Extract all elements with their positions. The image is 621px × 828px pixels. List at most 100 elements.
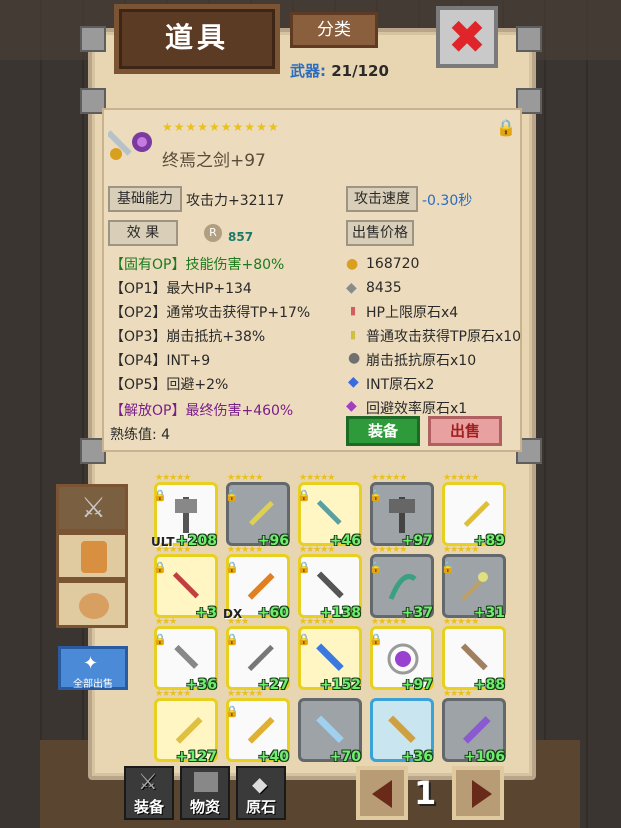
inventory-cell[interactable]: ★★★★★ 🔒 +3 bbox=[153, 545, 218, 621]
cell-stars: ★★★ bbox=[227, 617, 249, 627]
cell-level: +40 bbox=[257, 749, 289, 765]
cell-stars: ★★★★★ bbox=[155, 689, 191, 699]
inventory-cell[interactable]: ★★★★★ 🔒 +97 bbox=[369, 617, 434, 693]
op-value: 最终伤害+460% bbox=[185, 403, 294, 419]
cell-level: +89 bbox=[473, 533, 505, 549]
page-number: 1 bbox=[414, 774, 437, 812]
accessory-icon bbox=[79, 593, 109, 619]
sword-icon bbox=[316, 500, 342, 525]
op-value: 最大HP+134 bbox=[166, 281, 252, 297]
inventory-cell[interactable]: ★★★★★ 🔒 +96 bbox=[225, 473, 290, 549]
inventory-cell[interactable]: ★★★★★ +88 bbox=[442, 617, 506, 693]
inventory-cell[interactable]: ★★★★★ 🔒 +46 bbox=[297, 473, 362, 549]
evasion-stone-icon: ◆ bbox=[346, 398, 357, 414]
inventory-grid: ★★★★★ 🔒 ULT +208 ★★★★★ 🔒 +96 ★★★★★ 🔒 +46 ★★★★★ 🔒… bbox=[146, 462, 522, 765]
sell-stone: 回避效率原石x1 bbox=[366, 401, 468, 417]
cell-stars: ★★★★ bbox=[443, 689, 472, 699]
bottom-equip-button[interactable]: ⚔ 装备 bbox=[124, 766, 174, 820]
op-value: 崩击抵抗+38% bbox=[166, 329, 266, 345]
cell-level: +88 bbox=[473, 677, 505, 693]
inventory-cell[interactable]: ★★★★★ 🔒 +40 bbox=[225, 689, 290, 765]
cell-stars: ★★★★★ bbox=[299, 545, 335, 555]
sword-icon bbox=[388, 715, 416, 744]
inventory-cell[interactable]: ★★★★★ 🔒 +31 bbox=[441, 545, 506, 621]
int-stone-icon: ◆ bbox=[348, 374, 359, 390]
sell-price-label: 出售价格 bbox=[346, 220, 414, 246]
inventory-cell[interactable]: ★★★★★ 🔒 DX +60 bbox=[223, 545, 290, 621]
cell-stars: ★★★★★ bbox=[371, 473, 407, 483]
inventory-cell[interactable]: ★★★★★ +127 bbox=[154, 689, 218, 765]
sell-all-icon: ✦ bbox=[83, 653, 99, 674]
cell-stars: ★★★★★ bbox=[299, 473, 335, 483]
sword-icon bbox=[249, 500, 274, 526]
op-label: 【OP2】 bbox=[110, 305, 167, 321]
inventory-cell[interactable]: ★★★★★ 🔒 +138 bbox=[297, 545, 362, 621]
bottom-stone-button[interactable]: ◆ 原石 bbox=[236, 766, 286, 820]
category-button[interactable]: 分类 bbox=[290, 12, 378, 48]
sword-icon bbox=[316, 715, 344, 744]
sell-all-label: 全部出售 bbox=[73, 679, 113, 690]
inventory-cell[interactable]: ★★★★★ 🔒 +152 bbox=[297, 617, 362, 693]
next-page-button[interactable] bbox=[452, 766, 504, 820]
cell-level: +46 bbox=[329, 533, 361, 549]
op-value: 通常攻击获得TP+17% bbox=[166, 305, 311, 321]
sword-icon bbox=[462, 716, 491, 744]
op-row: 【解放OP】最终伤害+460% bbox=[110, 400, 293, 420]
cell-level: +27 bbox=[257, 677, 289, 693]
op-row: 【OP5】回避+2% bbox=[110, 374, 228, 394]
attack-speed-value: -0.30秒 bbox=[422, 193, 473, 209]
bottom-material-button[interactable]: 物资 bbox=[180, 766, 230, 820]
rune-icon: R bbox=[204, 224, 222, 242]
inventory-cell[interactable]: ★★★★★ 🔒 ULT +208 bbox=[151, 473, 218, 549]
sell-stone: HP上限原石x4 bbox=[366, 305, 459, 321]
cell-level: +97 bbox=[401, 533, 433, 549]
inventory-cell[interactable]: +36 bbox=[370, 698, 434, 765]
cell-stars: ★★★★★ bbox=[227, 689, 263, 699]
tab-weapon[interactable]: ⚔ bbox=[56, 484, 128, 532]
op-label: 【固有OP】 bbox=[110, 257, 186, 273]
op-row: 【OP4】INT+9 bbox=[110, 350, 210, 370]
inventory-cell[interactable]: +70 bbox=[298, 698, 362, 765]
cell-level: +36 bbox=[185, 677, 217, 693]
tab-armor[interactable] bbox=[56, 532, 128, 580]
inventory-cell[interactable]: ★★★★★ +89 bbox=[442, 473, 506, 549]
equip-button[interactable]: 装备 bbox=[346, 416, 420, 446]
armor-icon bbox=[81, 541, 107, 573]
op-row: 【OP2】通常攻击获得TP+17% bbox=[110, 302, 310, 322]
inventory-cell[interactable]: ★★★ 🔒 +36 bbox=[153, 617, 218, 693]
op-label: 【OP1】 bbox=[110, 281, 167, 297]
tab-accessory[interactable] bbox=[56, 580, 128, 628]
inventory-cell[interactable]: ★★★★★ 🔒 +97 bbox=[369, 473, 434, 549]
op-row: 【OP1】最大HP+134 bbox=[110, 278, 252, 298]
attack-speed-label: 攻击速度 bbox=[346, 186, 418, 212]
crash-stone-icon: ● bbox=[348, 350, 361, 366]
gold-coin-icon: ● bbox=[346, 256, 359, 272]
sell-button[interactable]: 出售 bbox=[428, 416, 502, 446]
sell-stone: 崩击抵抗原石x10 bbox=[366, 353, 477, 369]
staff-icon bbox=[460, 572, 490, 602]
panel-corner bbox=[80, 26, 106, 52]
op-label: 【OP5】 bbox=[110, 377, 167, 393]
cell-level: +70 bbox=[329, 749, 361, 765]
proficiency: 熟练值: 4 bbox=[110, 427, 171, 443]
bottom-material-label: 物资 bbox=[189, 798, 220, 816]
inventory-cell[interactable]: ★★★★ +106 bbox=[442, 689, 506, 765]
op-row: 【OP3】崩击抵抗+38% bbox=[110, 326, 265, 346]
close-icon: ✖ bbox=[447, 10, 487, 64]
close-button[interactable]: ✖ bbox=[436, 6, 498, 68]
cell-level: +37 bbox=[401, 605, 433, 621]
inventory-cell[interactable]: ★★★★★ 🔒 +37 bbox=[369, 545, 434, 621]
sell-all-button[interactable]: ✦ 全部出售 bbox=[58, 646, 128, 690]
base-ability-value: 攻击力+32117 bbox=[186, 193, 285, 209]
inventory-cell[interactable]: ★★★ 🔒 +27 bbox=[225, 617, 290, 693]
axe-icon bbox=[389, 497, 415, 533]
arrow-left-icon bbox=[372, 780, 392, 808]
dagger-icon bbox=[174, 644, 199, 669]
cell-level: +31 bbox=[473, 605, 505, 621]
page-title: 道具 bbox=[164, 21, 229, 54]
prev-page-button[interactable] bbox=[356, 766, 408, 820]
op-row: 【固有OP】技能伤害+80% bbox=[110, 254, 284, 274]
op-label: 【OP4】 bbox=[110, 353, 167, 369]
lock-icon[interactable]: 🔒 bbox=[496, 118, 516, 137]
silver-icon: ◆ bbox=[346, 280, 357, 296]
